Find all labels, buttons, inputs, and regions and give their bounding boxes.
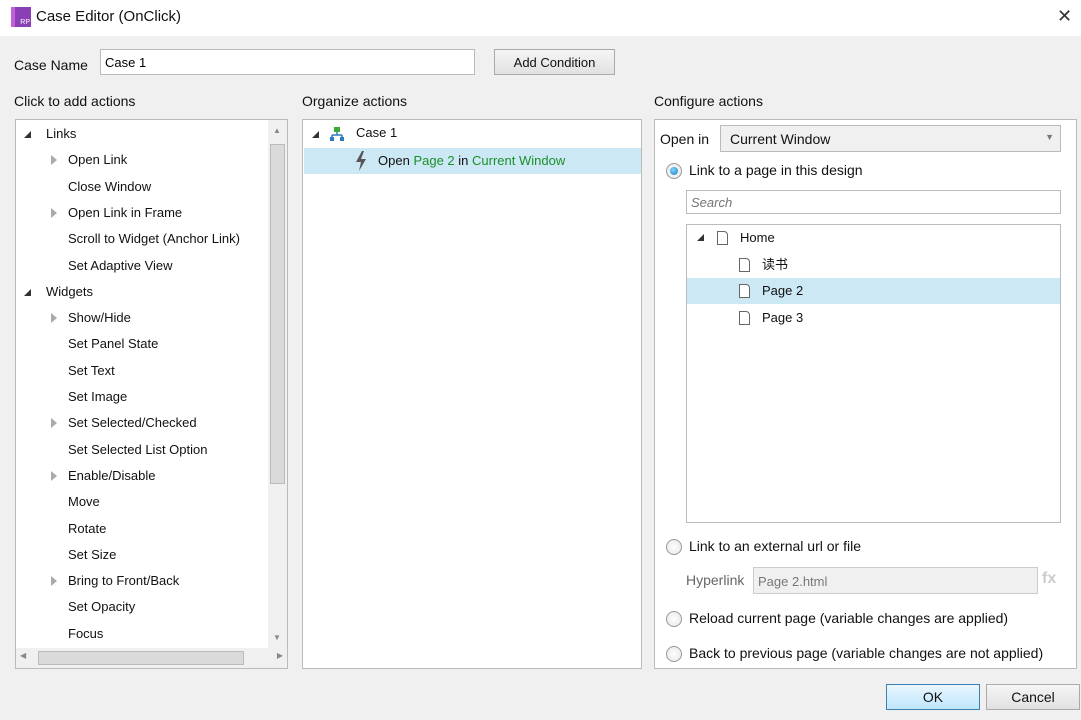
case-icon (330, 127, 344, 141)
page-label: Home (740, 230, 775, 245)
actions-list: ▲ ▼ ◀ ▶ Links Open Link Close Window Open L… (15, 119, 288, 669)
action-item[interactable]: Scroll to Widget (Anchor Link) (68, 228, 240, 250)
scrollbar-thumb[interactable] (270, 144, 285, 484)
action-item[interactable]: Move (68, 491, 100, 513)
collapse-icon[interactable] (312, 131, 319, 138)
action-item[interactable]: Set Selected/Checked (68, 412, 197, 434)
action-item[interactable]: Rotate (68, 518, 106, 540)
back-label: Back to previous page (variable changes … (689, 645, 1044, 661)
ok-button[interactable]: OK (886, 684, 980, 710)
action-item[interactable]: Set Selected List Option (68, 439, 207, 461)
radio-external-url[interactable] (666, 539, 682, 555)
right-heading: Configure actions (654, 93, 763, 109)
organize-actions-tree: Case 1 Open Page 2 in Current Window (302, 119, 642, 669)
action-in: in (458, 153, 469, 168)
hyperlink-label: Hyperlink (686, 572, 745, 588)
open-in-dropdown[interactable]: Current Window ▼ (720, 125, 1061, 152)
chevron-down-icon: ▼ (1045, 132, 1054, 142)
action-window: Current Window (472, 153, 566, 168)
lightning-icon (356, 151, 366, 171)
horizontal-scrollbar[interactable]: ◀ ▶ (16, 648, 287, 668)
link-page-label: Link to a page in this design (689, 162, 863, 178)
action-verb: Open (378, 153, 410, 168)
close-icon[interactable]: ✕ (1057, 6, 1072, 27)
hyperlink-input[interactable]: Page 2.html (753, 567, 1038, 594)
expand-icon[interactable] (51, 207, 57, 218)
reload-label: Reload current page (variable changes ar… (689, 610, 1009, 626)
page-label: Page 3 (762, 309, 804, 325)
action-item[interactable]: Enable/Disable (68, 465, 155, 487)
collapse-icon[interactable] (24, 288, 31, 296)
collapse-icon[interactable] (24, 131, 31, 138)
action-item[interactable]: Set Adaptive View (68, 255, 173, 277)
expand-icon[interactable] (51, 155, 57, 166)
page-icon (739, 310, 750, 325)
fx-button[interactable]: fx (1042, 570, 1056, 588)
external-url-label: Link to an external url or file (689, 538, 861, 554)
page-icon (739, 284, 750, 298)
configure-panel: Open in Current Window ▼ Link to a page … (654, 119, 1077, 669)
title-bar: RP Case Editor (OnClick) ✕ (0, 0, 1081, 36)
action-item[interactable]: Open Link (68, 149, 127, 171)
action-item[interactable]: Open Link in Frame (68, 202, 182, 224)
page-label: 读书 (762, 256, 789, 272)
page-search-input[interactable] (686, 190, 1061, 214)
action-item[interactable]: Set Size (68, 544, 116, 566)
radio-back[interactable] (666, 646, 682, 662)
middle-heading: Organize actions (302, 93, 408, 109)
open-in-value: Current Window (730, 131, 831, 147)
radio-reload[interactable] (666, 611, 682, 627)
open-in-label: Open in (660, 131, 710, 147)
action-item[interactable]: Open Page 2 in Current Window (304, 148, 641, 174)
action-item[interactable]: Focus (68, 623, 103, 645)
action-item[interactable]: Set Opacity (68, 596, 135, 618)
expand-icon[interactable] (51, 576, 57, 587)
action-item[interactable]: Show/Hide (68, 307, 131, 329)
left-heading: Click to add actions (14, 93, 136, 109)
radio-link-page[interactable] (666, 163, 682, 179)
expand-icon[interactable] (51, 418, 57, 429)
action-item[interactable]: Set Panel State (68, 333, 158, 355)
action-group[interactable]: Links (46, 123, 76, 145)
action-item[interactable]: Bring to Front/Back (68, 570, 179, 592)
cancel-button[interactable]: Cancel (986, 684, 1080, 710)
page-icon (739, 257, 750, 272)
case-name-input[interactable] (100, 49, 475, 75)
app-logo-icon: RP (11, 7, 31, 27)
expand-icon[interactable] (51, 470, 57, 481)
page-icon (717, 231, 728, 245)
case-item[interactable]: Case 1 (356, 122, 397, 144)
page-item[interactable]: Page 2 (687, 278, 1060, 304)
page-label: Page 2 (762, 283, 804, 298)
page-tree: Home 读书 Page 2 Page 3 (686, 224, 1061, 523)
action-item[interactable]: Close Window (68, 176, 151, 198)
page-item[interactable]: 读书 (687, 252, 1060, 278)
case-name-label: Case Name (14, 57, 88, 73)
window-title: Case Editor (OnClick) (36, 8, 182, 25)
add-condition-button[interactable]: Add Condition (494, 49, 615, 75)
page-item[interactable]: Home (687, 225, 1060, 251)
expand-icon[interactable] (51, 313, 57, 324)
collapse-icon[interactable] (697, 234, 704, 241)
action-item[interactable]: Set Text (68, 360, 115, 382)
action-group[interactable]: Widgets (46, 281, 93, 303)
action-target: Page 2 (413, 153, 455, 168)
action-item[interactable]: Set Image (68, 386, 127, 408)
page-item[interactable]: Page 3 (687, 305, 1060, 331)
